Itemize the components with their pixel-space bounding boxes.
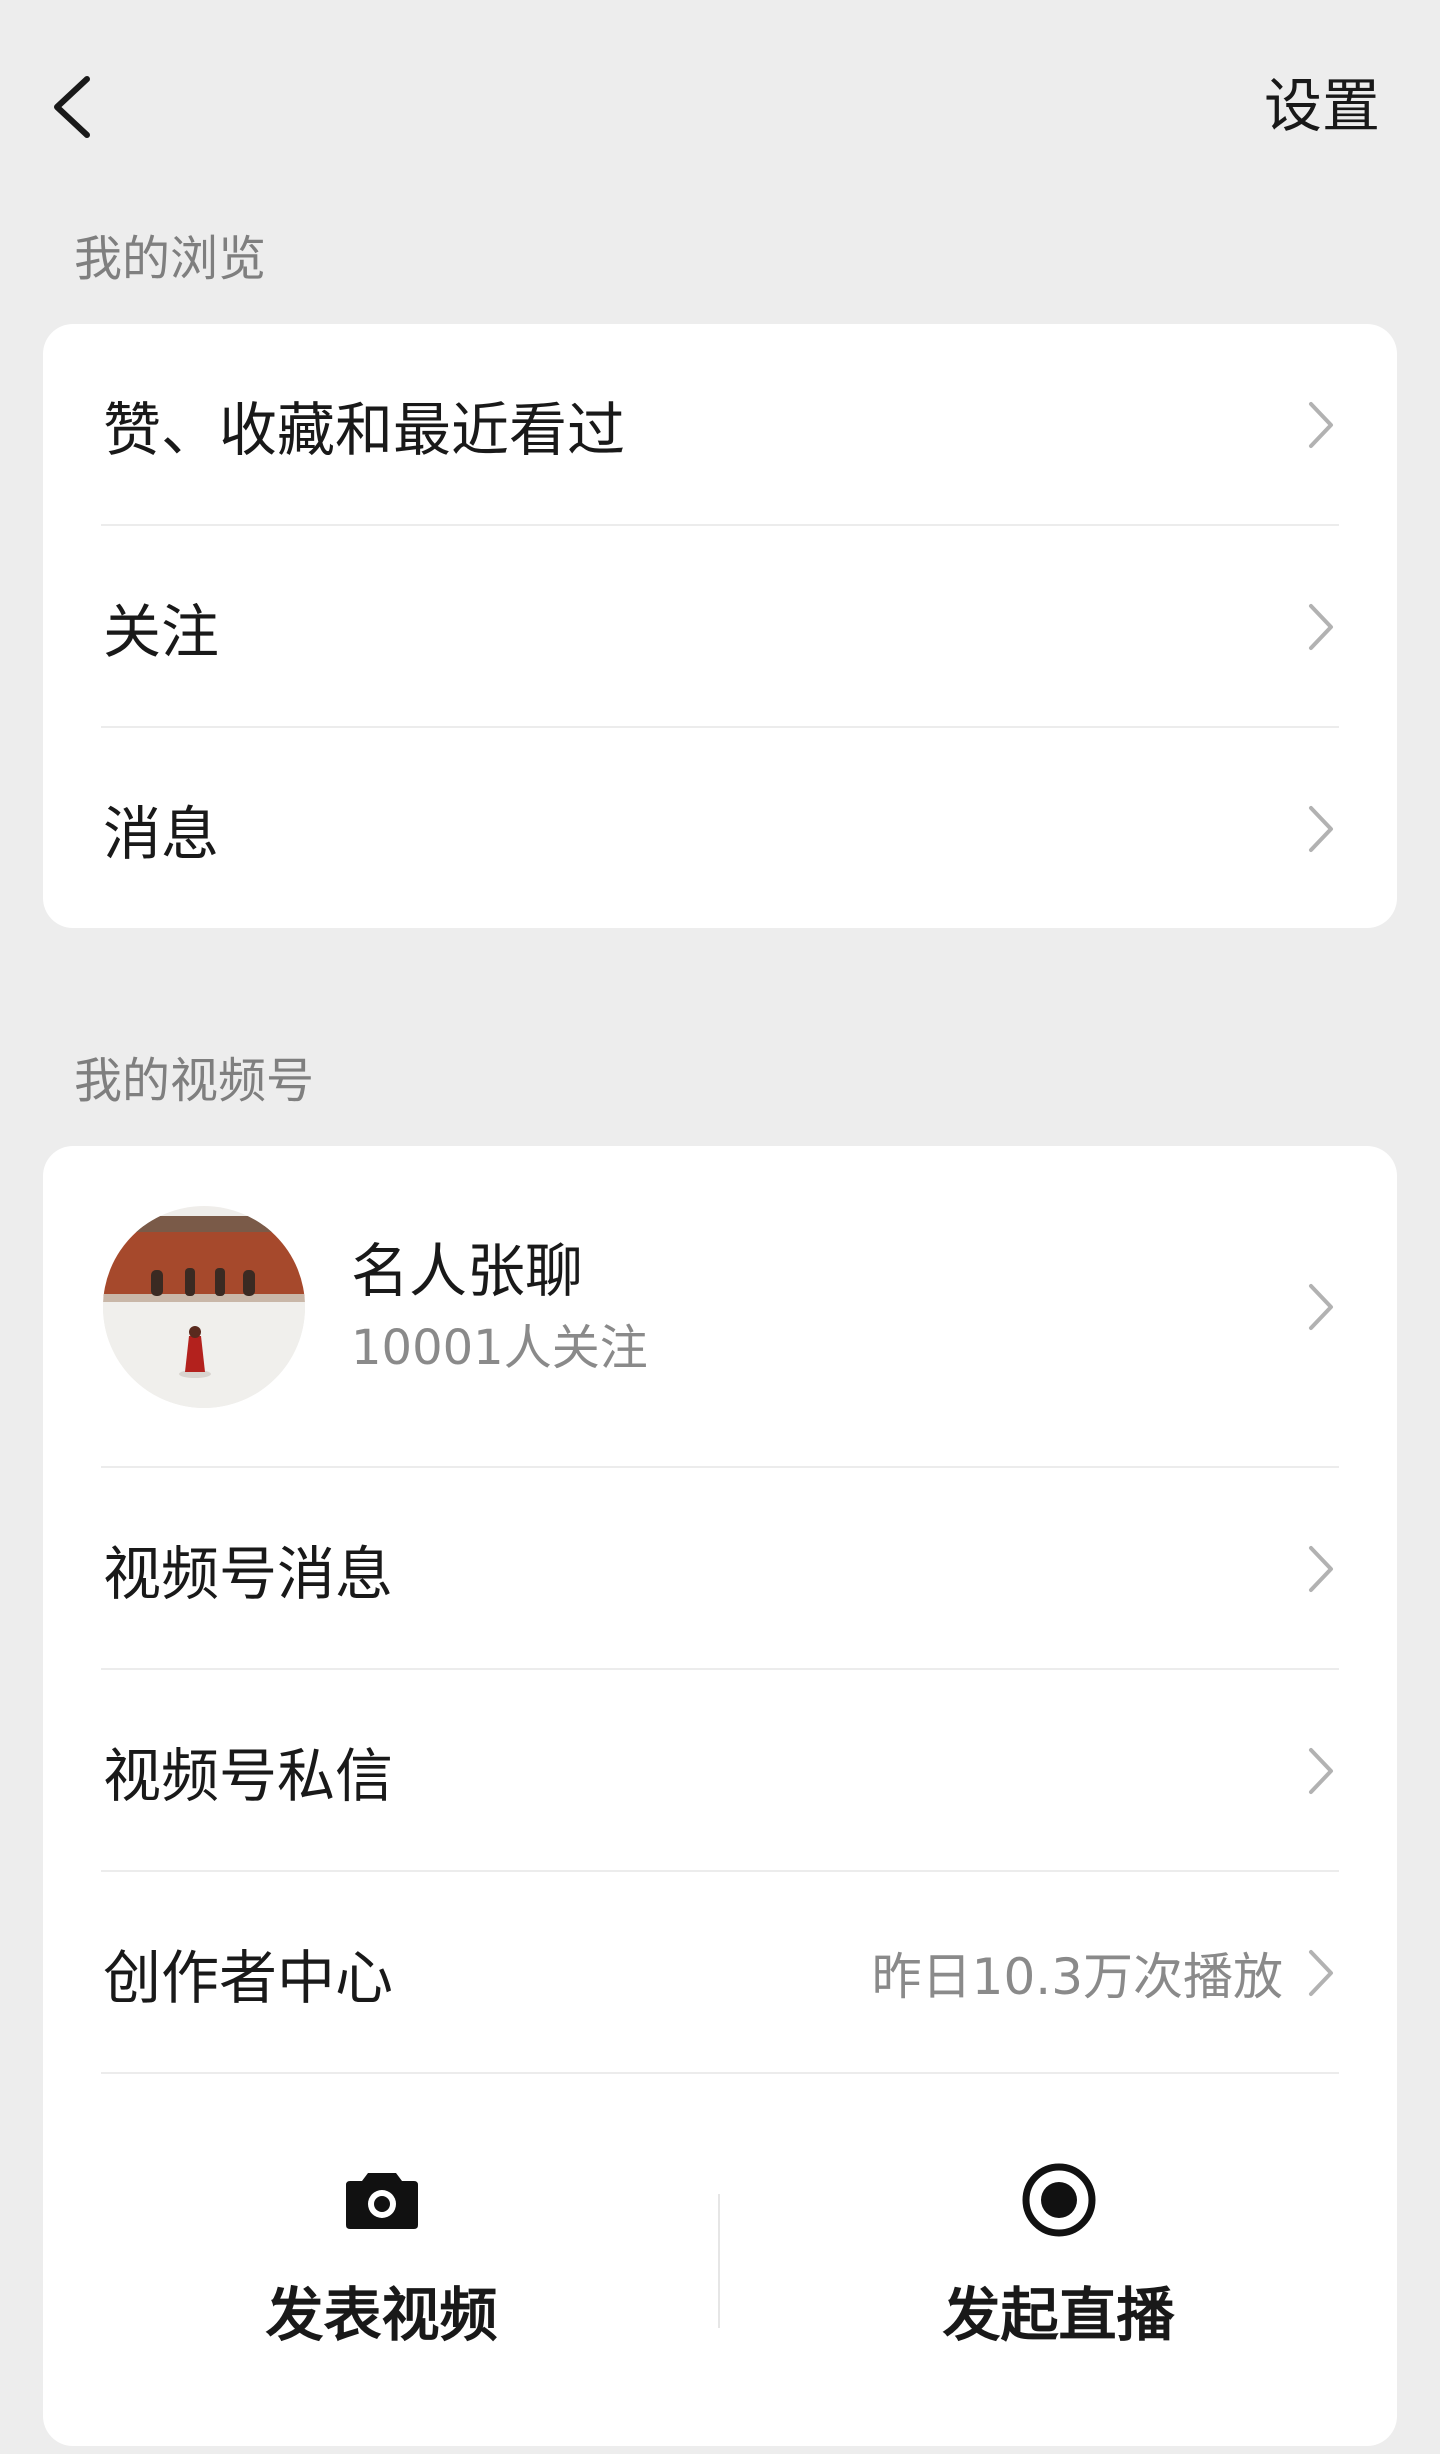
- chevron-right-icon: [1301, 395, 1341, 455]
- chevron-left-icon: [54, 76, 90, 138]
- live-record-icon: [1017, 2158, 1101, 2242]
- post-video-label: 发表视频: [265, 2281, 498, 2349]
- action-divider: [718, 2194, 720, 2328]
- chevron-right-icon: [1301, 1539, 1341, 1599]
- list-item-label: 赞、收藏和最近看过: [103, 396, 626, 464]
- section-title-browse: 我的浏览: [74, 231, 267, 287]
- list-item-label: 关注: [103, 598, 220, 666]
- top-bar: 设置: [0, 0, 1440, 215]
- channel-followers: 10001人关注: [351, 1320, 648, 1376]
- settings-button[interactable]: 设置: [1264, 66, 1380, 146]
- list-item-channel-private-messages[interactable]: 视频号私信: [43, 1670, 1397, 1872]
- list-item-messages[interactable]: 消息: [43, 728, 1397, 930]
- chevron-right-icon: [1301, 1741, 1341, 1801]
- list-item-channel-messages[interactable]: 视频号消息: [43, 1468, 1397, 1670]
- chevron-right-icon: [1301, 597, 1341, 657]
- list-item-label: 视频号私信: [103, 1742, 394, 1810]
- chevron-right-icon: [1301, 1277, 1341, 1337]
- start-live-label: 发起直播: [942, 2281, 1175, 2349]
- list-item-following[interactable]: 关注: [43, 526, 1397, 728]
- chevron-right-icon: [1301, 799, 1341, 859]
- list-item-label: 视频号消息: [103, 1540, 394, 1608]
- start-live-button[interactable]: 发起直播: [720, 2074, 1397, 2448]
- back-button[interactable]: [38, 62, 106, 152]
- creator-center-stats: 昨日10.3万次播放: [871, 1948, 1283, 2006]
- section-title-channels: 我的视频号: [74, 1053, 315, 1109]
- channel-profile-row[interactable]: 名人张聊 10001人关注: [43, 1146, 1397, 1468]
- list-item-label: 创作者中心: [103, 1944, 394, 2012]
- channel-name: 名人张聊: [351, 1237, 584, 1305]
- list-item-label: 消息: [103, 800, 220, 868]
- post-video-button[interactable]: 发表视频: [43, 2074, 720, 2448]
- avatar: [103, 1206, 305, 1408]
- list-item-creator-center[interactable]: 创作者中心 昨日10.3万次播放: [43, 1872, 1397, 2074]
- list-item-likes-favorites-history[interactable]: 赞、收藏和最近看过: [43, 324, 1397, 526]
- chevron-right-icon: [1301, 1943, 1341, 2003]
- channels-card: 名人张聊 10001人关注 视频号消息 视频号私信 创作者中心 昨日10.3万次…: [43, 1146, 1397, 2446]
- channel-actions: 发表视频 发起直播: [43, 2074, 1397, 2448]
- camera-icon: [340, 2158, 424, 2242]
- browse-card: 赞、收藏和最近看过 关注 消息: [43, 324, 1397, 928]
